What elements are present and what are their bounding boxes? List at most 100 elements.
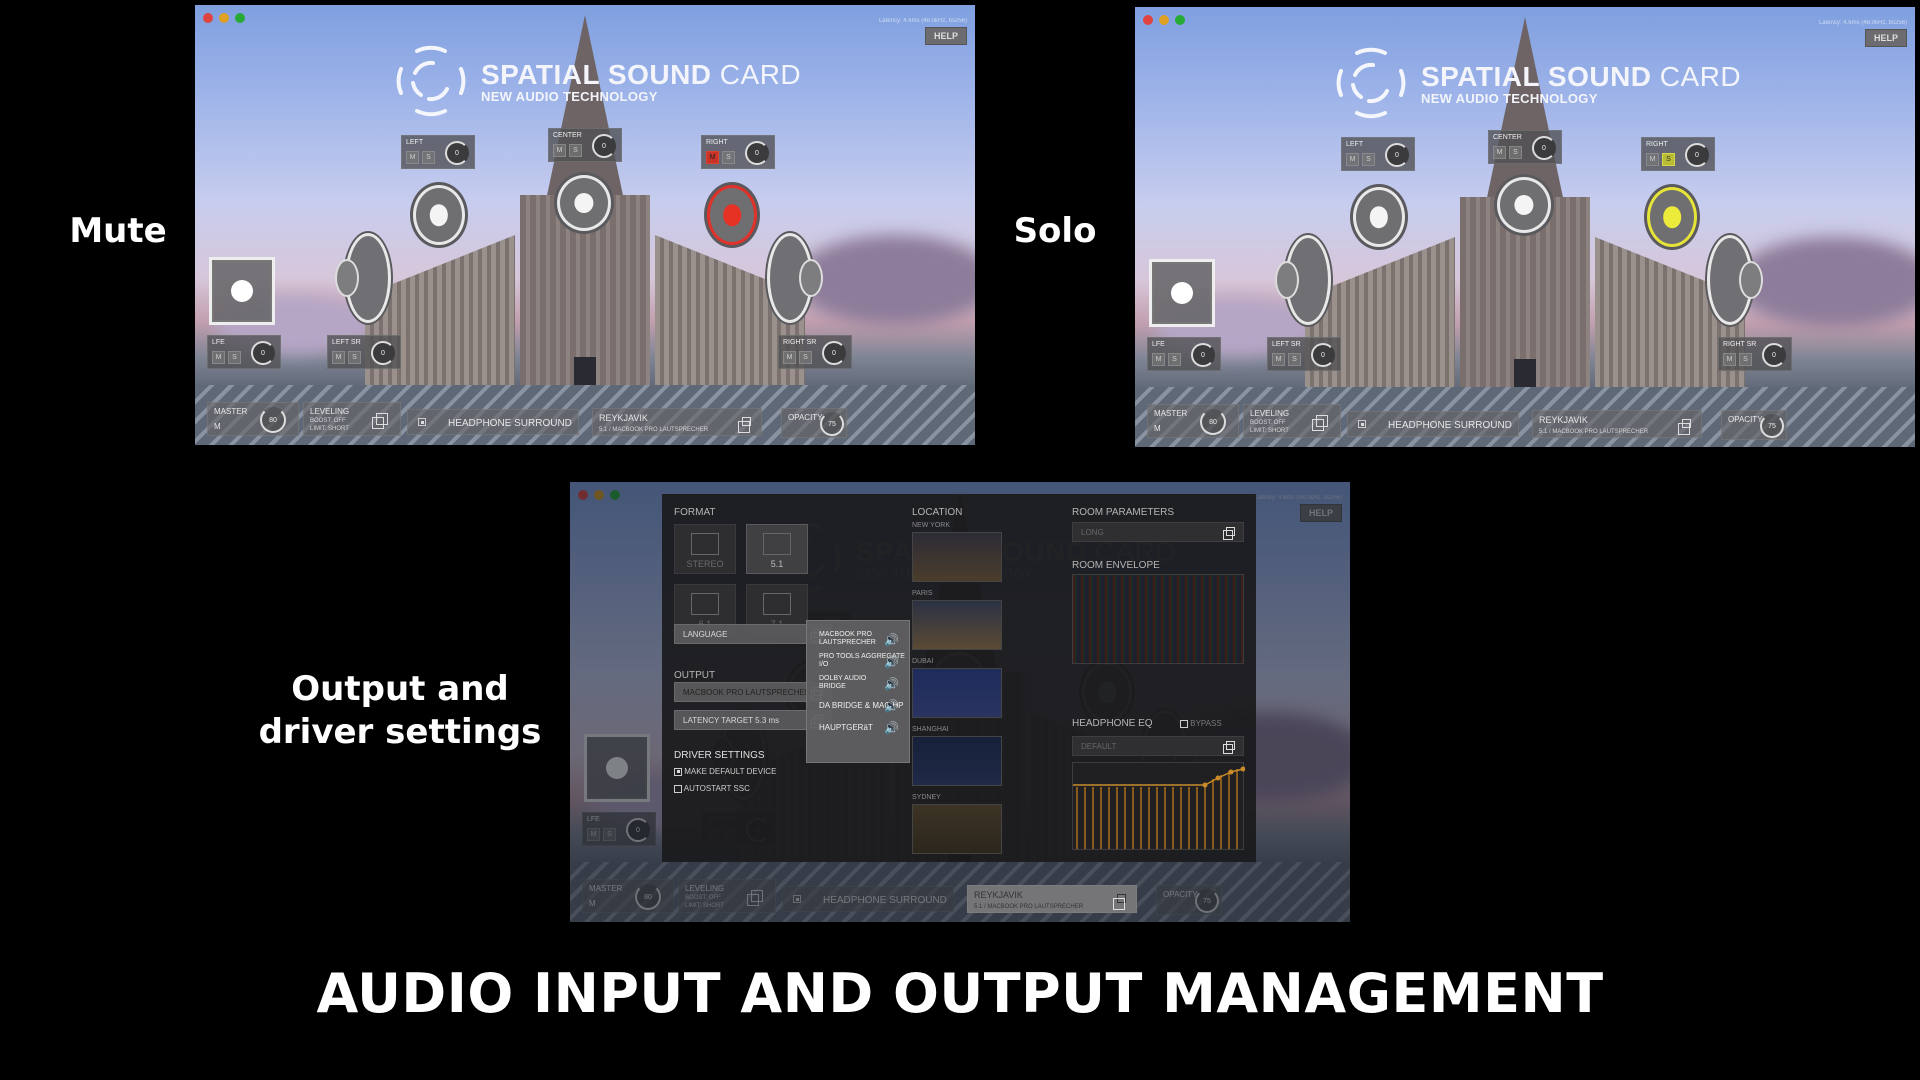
headphone-surround-toggle[interactable]: HEADPHONE SURROUND (1347, 411, 1519, 437)
channel-label: CENTER (1493, 134, 1522, 141)
mute-button[interactable]: M (1646, 153, 1659, 166)
speaker-right-surround[interactable] (767, 233, 823, 325)
gain-knob[interactable]: 0 (1191, 343, 1215, 367)
master-mute-button[interactable]: M (1154, 424, 1161, 433)
channel-lfe: LFE M S 0 (207, 335, 281, 369)
speaker-left[interactable] (1353, 187, 1405, 247)
close-window-button[interactable] (203, 13, 213, 23)
location-new-york[interactable] (912, 532, 1002, 582)
solo-button[interactable]: S (1288, 353, 1301, 366)
lfe-subwoofer[interactable] (1149, 259, 1215, 327)
mute-button[interactable]: M (332, 351, 345, 364)
location-shanghai[interactable] (912, 736, 1002, 786)
autostart-checkbox[interactable] (674, 784, 682, 793)
speaker-left-surround[interactable] (1275, 235, 1331, 327)
gain-knob[interactable]: 0 (822, 341, 846, 365)
location-dubai[interactable] (912, 668, 1002, 718)
mute-button[interactable]: M (706, 151, 719, 164)
brand-title: SPATIAL SOUND CARD (481, 58, 802, 90)
leveling-limit: LIMIT: SHORT (310, 426, 349, 432)
maximize-window-button[interactable] (1175, 15, 1185, 25)
channel-left-sr: LEFT SR M S 0 (1267, 337, 1341, 371)
room-parameters-select[interactable]: LONG (1072, 522, 1244, 542)
mute-button[interactable]: M (1493, 146, 1506, 159)
location-paris[interactable] (912, 600, 1002, 650)
format-5-1[interactable]: 5.1 (746, 524, 808, 574)
mute-button[interactable]: M (406, 151, 419, 164)
mute-button[interactable]: M (1723, 353, 1736, 366)
close-window-button[interactable] (1143, 15, 1153, 25)
solo-button[interactable]: S (1168, 353, 1181, 366)
channel-label: LEFT (406, 139, 424, 146)
dropdown-icon (372, 413, 388, 429)
maximize-window-button[interactable] (235, 13, 245, 23)
speaker-right[interactable] (1647, 187, 1697, 247)
opacity-knob[interactable]: 75 (820, 412, 844, 436)
solo-button[interactable]: S (228, 351, 241, 364)
speaker-right-surround[interactable] (1707, 235, 1763, 327)
master-volume-knob[interactable]: 80 (260, 407, 286, 433)
gain-knob[interactable]: 0 (1532, 136, 1556, 160)
master-mute-button[interactable]: M (214, 422, 221, 431)
gain-knob[interactable]: 0 (1762, 343, 1786, 367)
master-control: MASTER M 80 (1147, 404, 1239, 438)
mute-button[interactable]: M (553, 144, 566, 157)
make-default-device-option[interactable]: MAKE DEFAULT DEVICE (674, 767, 776, 776)
headphone-surround-checkbox[interactable] (418, 418, 426, 426)
mute-button[interactable]: M (1152, 353, 1165, 366)
mute-button[interactable]: M (783, 351, 796, 364)
location-selector[interactable]: REYKJAVIK 5.1 / MACBOOK PRO LAUTSPRECHER (1532, 410, 1702, 438)
solo-button[interactable]: S (1662, 153, 1675, 166)
eq-preset-select[interactable]: DEFAULT (1072, 736, 1244, 756)
solo-button[interactable]: S (722, 151, 735, 164)
make-default-checkbox[interactable] (674, 767, 682, 776)
mute-button[interactable]: M (212, 351, 225, 364)
solo-button[interactable]: S (422, 151, 435, 164)
gain-knob[interactable]: 0 (592, 134, 616, 158)
speaker-center[interactable] (557, 175, 611, 231)
location-selector-highlighted[interactable]: REYKJAVIK 5.1 / MACBOOK PRO LAUTSPRECHER (967, 885, 1137, 913)
gain-knob[interactable]: 0 (1311, 343, 1335, 367)
mute-button[interactable]: M (1346, 153, 1359, 166)
dropdown-icon (1678, 419, 1691, 435)
gain-knob[interactable]: 0 (1685, 143, 1709, 167)
headphone-eq-graph[interactable] (1072, 762, 1246, 850)
headphone-surround-checkbox[interactable] (1358, 420, 1366, 428)
autostart-option[interactable]: AUTOSTART SSC (674, 784, 750, 793)
leveling-control[interactable]: LEVELING BOOST: OFF LIMIT: SHORT (1243, 404, 1341, 438)
speaker-left[interactable] (413, 185, 465, 245)
speaker-center[interactable] (1497, 177, 1551, 233)
gain-knob[interactable]: 0 (371, 341, 395, 365)
dropdown-icon (1113, 894, 1126, 910)
headphone-surround-toggle[interactable]: HEADPHONE SURROUND (407, 409, 579, 435)
channel-left: LEFT M S 0 (1341, 137, 1415, 171)
bypass-toggle[interactable]: BYPASS (1180, 719, 1222, 728)
help-button[interactable]: HELP (925, 27, 967, 45)
channel-label: LFE (212, 339, 225, 346)
room-parameters-label: ROOM PARAMETERS (1072, 507, 1175, 518)
gain-knob[interactable]: 0 (251, 341, 275, 365)
lfe-subwoofer[interactable] (209, 257, 275, 325)
gain-knob[interactable]: 0 (745, 141, 769, 165)
opacity-knob[interactable]: 75 (1760, 414, 1784, 438)
mute-button[interactable]: M (1272, 353, 1285, 366)
minimize-window-button[interactable] (1159, 15, 1169, 25)
bypass-checkbox[interactable] (1180, 719, 1188, 728)
format-stereo[interactable]: STEREO (674, 524, 736, 574)
speaker-right[interactable] (707, 185, 757, 245)
location-sydney[interactable] (912, 804, 1002, 854)
solo-button[interactable]: S (1739, 353, 1752, 366)
solo-button[interactable]: S (569, 144, 582, 157)
gain-knob[interactable]: 0 (1385, 143, 1409, 167)
help-button[interactable]: HELP (1865, 29, 1907, 47)
speaker-left-surround[interactable] (335, 233, 391, 325)
minimize-window-button[interactable] (219, 13, 229, 23)
gain-knob[interactable]: 0 (445, 141, 469, 165)
master-volume-knob[interactable]: 80 (1200, 409, 1226, 435)
solo-button[interactable]: S (1509, 146, 1522, 159)
solo-button[interactable]: S (1362, 153, 1375, 166)
location-selector[interactable]: REYKJAVIK 5.1 / MACBOOK PRO LAUTSPRECHER (592, 408, 762, 436)
solo-button[interactable]: S (348, 351, 361, 364)
solo-button[interactable]: S (799, 351, 812, 364)
leveling-control[interactable]: LEVELING BOOST: OFF LIMIT: SHORT (303, 402, 401, 436)
